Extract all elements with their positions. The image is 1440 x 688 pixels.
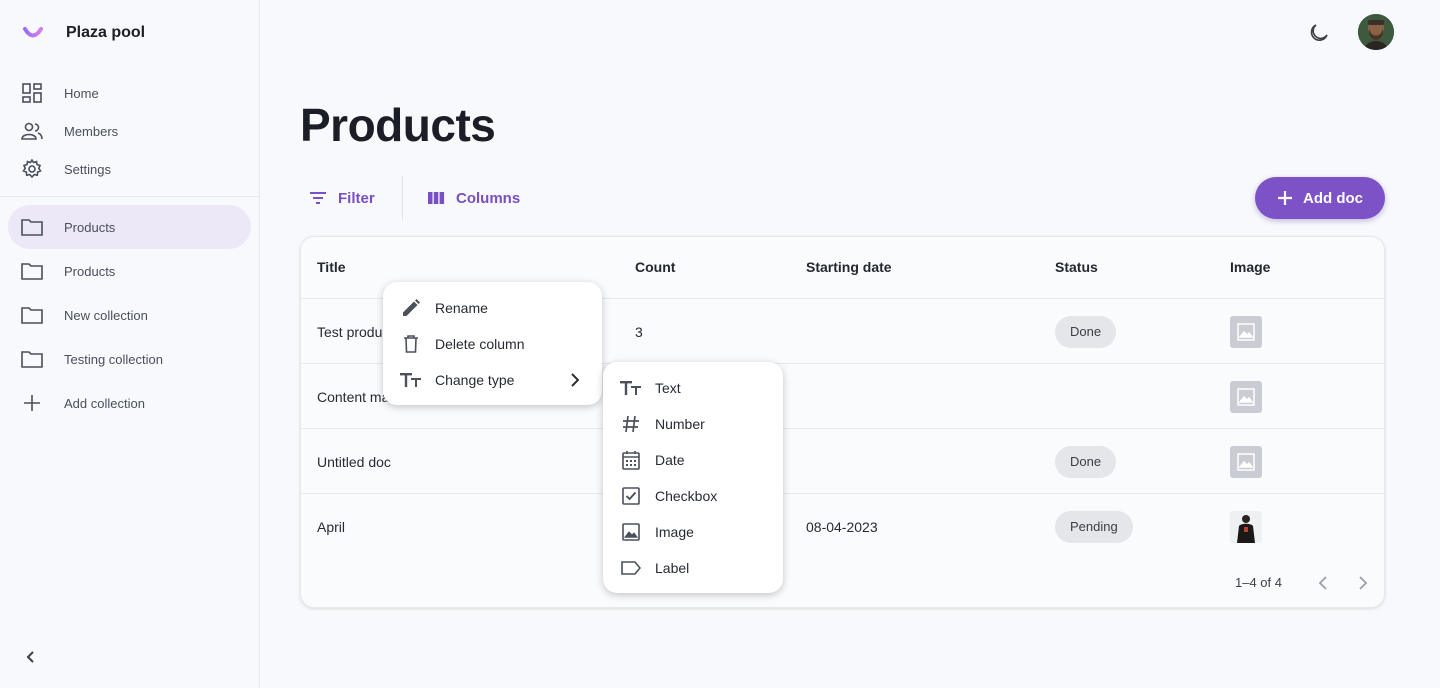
- sidebar-divider: [0, 196, 259, 197]
- text-type-icon: [620, 377, 642, 399]
- column-header-starting-date[interactable]: Starting date: [806, 259, 892, 275]
- image-placeholder-icon[interactable]: [1230, 445, 1262, 478]
- menu-item-rename[interactable]: Rename: [383, 290, 602, 326]
- image-icon: [620, 521, 642, 543]
- sidebar-item-testing-collection[interactable]: Testing collection: [8, 337, 251, 381]
- type-option-text[interactable]: Text: [603, 370, 783, 406]
- sidebar-item-label: Settings: [64, 161, 111, 177]
- image-placeholder-icon[interactable]: [1230, 315, 1262, 348]
- text-type-icon: [400, 369, 422, 391]
- table-row[interactable]: April 08-04-2023 Pending: [301, 493, 1384, 558]
- column-header-image[interactable]: Image: [1230, 259, 1270, 275]
- column-context-menu: Rename Delete column Change type: [383, 282, 602, 405]
- status-badge: Done: [1055, 315, 1117, 348]
- filter-icon: [308, 188, 328, 208]
- column-header-status[interactable]: Status: [1055, 259, 1098, 275]
- sidebar-item-new-collection[interactable]: New collection: [8, 293, 251, 337]
- sidebar-item-label: Products: [64, 219, 116, 235]
- cell-title: Test produ: [317, 323, 383, 340]
- cell-title: Content ma: [317, 388, 390, 405]
- menu-item-delete-column[interactable]: Delete column: [383, 326, 602, 362]
- gear-icon: [20, 157, 44, 181]
- menu-item-label: Label: [655, 560, 690, 576]
- dark-mode-toggle[interactable]: [1306, 20, 1332, 46]
- type-option-image[interactable]: Image: [603, 514, 783, 550]
- table-row[interactable]: Untitled doc Done: [301, 428, 1384, 493]
- folder-icon: [20, 347, 44, 371]
- add-doc-label: Add doc: [1303, 189, 1363, 207]
- pagination-info: 1–4 of 4: [1235, 575, 1282, 590]
- folder-icon: [20, 215, 44, 239]
- filter-button[interactable]: Filter: [308, 182, 375, 214]
- menu-item-label: Date: [655, 452, 685, 468]
- columns-icon: [426, 188, 446, 208]
- chevron-left-icon: [1318, 576, 1327, 590]
- checkbox-icon: [620, 485, 642, 507]
- cell-title: April: [317, 518, 346, 535]
- column-header-title[interactable]: Title: [317, 259, 346, 275]
- add-collection-label: Add collection: [64, 395, 145, 411]
- moon-icon: [1310, 24, 1328, 41]
- previous-page-button[interactable]: [1313, 573, 1333, 593]
- columns-label: Columns: [456, 189, 521, 207]
- status-badge: Done: [1055, 445, 1117, 478]
- menu-item-label: Number: [655, 416, 705, 432]
- logo-icon: [22, 22, 44, 44]
- cell-count: 3: [635, 323, 643, 340]
- trash-icon: [400, 333, 422, 355]
- type-option-date[interactable]: Date: [603, 442, 783, 478]
- hash-icon: [620, 413, 642, 435]
- cell-date: 08-04-2023: [806, 518, 878, 535]
- folder-icon: [20, 303, 44, 327]
- sidebar-item-label: Products: [64, 263, 116, 279]
- chevron-right-icon: [1359, 576, 1368, 590]
- app-name: Plaza pool: [66, 24, 146, 41]
- avatar[interactable]: [1358, 14, 1394, 50]
- cell-title: Untitled doc: [317, 453, 391, 470]
- menu-item-label: Image: [655, 524, 694, 540]
- sidebar-item-label: New collection: [64, 307, 148, 323]
- sidebar-item-label: Home: [64, 85, 99, 101]
- menu-item-label: Text: [655, 380, 681, 396]
- type-option-number[interactable]: Number: [603, 406, 783, 442]
- image-placeholder-icon[interactable]: [1230, 380, 1262, 413]
- collapse-sidebar-button[interactable]: [19, 645, 43, 669]
- sidebar: Plaza pool Home Members Settings Product…: [0, 0, 260, 688]
- label-tag-icon: [620, 557, 642, 579]
- sidebar-item-products[interactable]: Products: [8, 205, 251, 249]
- menu-item-label: Change type: [435, 372, 515, 388]
- page-title: Products: [300, 99, 496, 151]
- folder-icon: [20, 259, 44, 283]
- people-icon: [20, 119, 44, 143]
- sidebar-item-label: Testing collection: [64, 351, 163, 367]
- column-header-count[interactable]: Count: [635, 259, 675, 275]
- sidebar-item-settings[interactable]: Settings: [8, 147, 251, 191]
- add-doc-button[interactable]: Add doc: [1255, 177, 1385, 219]
- dashboard-icon: [20, 81, 44, 105]
- menu-item-label: Delete column: [435, 336, 525, 352]
- status-badge: Pending: [1055, 510, 1133, 543]
- product-photo[interactable]: [1230, 510, 1262, 543]
- add-collection-button[interactable]: Add collection: [8, 381, 251, 425]
- menu-item-label: Rename: [435, 300, 488, 316]
- menu-item-change-type[interactable]: Change type: [383, 362, 602, 398]
- filter-label: Filter: [338, 189, 375, 207]
- columns-button[interactable]: Columns: [426, 182, 520, 214]
- type-option-checkbox[interactable]: Checkbox: [603, 478, 783, 514]
- next-page-button[interactable]: [1353, 573, 1373, 593]
- change-type-submenu: Text Number Date Checkbox Image Label: [603, 362, 783, 593]
- chevron-right-icon: [571, 373, 580, 392]
- brand[interactable]: Plaza pool: [22, 20, 145, 46]
- menu-item-label: Checkbox: [655, 488, 718, 504]
- sidebar-item-products-2[interactable]: Products: [8, 249, 251, 293]
- pencil-icon: [400, 297, 422, 319]
- calendar-icon: [620, 449, 642, 471]
- plus-icon: [20, 391, 44, 415]
- plus-icon: [1277, 190, 1293, 206]
- type-option-label[interactable]: Label: [603, 550, 783, 586]
- sidebar-item-label: Members: [64, 123, 119, 139]
- toolbar-divider: [402, 176, 403, 220]
